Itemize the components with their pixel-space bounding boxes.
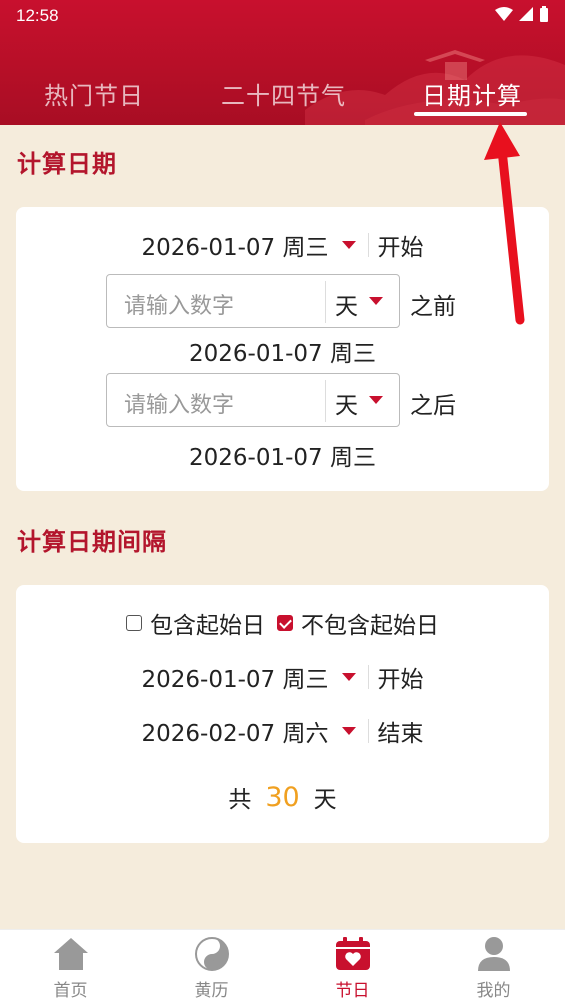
- dropdown-caret-icon[interactable]: [342, 673, 357, 681]
- interval-start-label: 开始: [377, 667, 424, 693]
- nav-item-festivals[interactable]: 节日: [282, 930, 423, 1004]
- divider: [325, 281, 326, 323]
- bottom-nav: 首页 黄历 节日 我的: [0, 929, 565, 1004]
- nav-label-profile: 我的: [476, 981, 511, 1001]
- status-bar: 12:58: [0, 0, 565, 32]
- divider: [368, 719, 370, 743]
- nav-label-home: 首页: [53, 981, 88, 1001]
- battery-icon: [540, 6, 548, 22]
- person-icon: [478, 937, 510, 971]
- after-unit-select[interactable]: 天: [335, 386, 358, 420]
- nav-item-home[interactable]: 首页: [0, 930, 141, 1004]
- total-prefix: 共: [228, 787, 252, 813]
- section-title-calc-date: 计算日期: [17, 150, 117, 178]
- tab-date-calc[interactable]: 日期计算: [422, 76, 522, 111]
- signal-icon: [519, 7, 533, 21]
- tab-hot-festivals[interactable]: 热门节日: [44, 76, 144, 111]
- after-days-field[interactable]: 请输入数字 天: [106, 373, 400, 427]
- total-days-row: 共 30 天: [16, 777, 549, 817]
- before-label: 之前: [410, 294, 456, 320]
- tab-solar-terms[interactable]: 二十四节气: [221, 76, 346, 111]
- after-label: 之后: [410, 393, 456, 419]
- nav-item-profile[interactable]: 我的: [423, 930, 564, 1004]
- nav-label-almanac: 黄历: [194, 981, 229, 1001]
- dropdown-caret-icon[interactable]: [342, 241, 357, 249]
- before-result-row: 2026-01-07 周三: [16, 335, 549, 367]
- before-days-field[interactable]: 请输入数字 天: [106, 274, 400, 328]
- before-result: 2026-01-07 周三: [189, 341, 376, 367]
- status-icons: [495, 6, 549, 22]
- exclude-start-label[interactable]: 不包含起始日: [301, 606, 439, 640]
- start-date-row: 2026-01-07 周三 开始: [16, 229, 549, 261]
- start-label: 开始: [377, 235, 424, 261]
- start-date-picker[interactable]: 2026-01-07 周三: [142, 228, 329, 262]
- dropdown-caret-icon[interactable]: [369, 396, 383, 404]
- nav-label-festivals: 节日: [335, 981, 370, 1001]
- include-start-checkbox[interactable]: [126, 615, 142, 631]
- yinyang-icon: [195, 937, 229, 971]
- total-days-value: 30: [265, 781, 300, 813]
- after-result: 2026-01-07 周三: [189, 445, 376, 471]
- divider: [368, 233, 370, 257]
- before-days-input[interactable]: 请输入数字: [124, 288, 234, 320]
- dropdown-caret-icon[interactable]: [342, 727, 357, 735]
- calc-date-card: 2026-01-07 周三 开始 请输入数字 天 之前 2026-01-07 周…: [16, 207, 549, 491]
- section-title-calc-interval: 计算日期间隔: [17, 528, 167, 556]
- calc-interval-card: 包含起始日 不包含起始日 2026-01-07 周三 开始 2026-02-07…: [16, 585, 549, 843]
- before-unit-select[interactable]: 天: [335, 287, 358, 321]
- interval-end-date-picker[interactable]: 2026-02-07 周六: [142, 714, 329, 748]
- divider: [368, 665, 370, 689]
- interval-end-label: 结束: [377, 721, 424, 747]
- status-time: 12:58: [16, 6, 59, 25]
- after-days-input[interactable]: 请输入数字: [124, 387, 234, 419]
- exclude-start-checkbox[interactable]: [277, 615, 293, 631]
- calendar-heart-icon: [336, 937, 370, 970]
- interval-start-date-picker[interactable]: 2026-01-07 周三: [142, 660, 329, 694]
- wifi-icon: [495, 7, 513, 21]
- header-banner: 12:58 热门节日 二十四节气 日期计算: [0, 0, 565, 125]
- dropdown-caret-icon[interactable]: [369, 297, 383, 305]
- include-options-row: 包含起始日 不包含起始日: [16, 607, 549, 639]
- after-result-row: 2026-01-07 周三: [16, 439, 549, 471]
- annotation-arrow: [484, 122, 525, 325]
- divider: [325, 380, 326, 422]
- active-tab-indicator: [414, 112, 527, 116]
- interval-end-row: 2026-02-07 周六 结束: [16, 715, 549, 747]
- nav-item-almanac[interactable]: 黄历: [141, 930, 282, 1004]
- include-start-label[interactable]: 包含起始日: [150, 606, 265, 640]
- interval-start-row: 2026-01-07 周三 开始: [16, 661, 549, 693]
- home-icon: [54, 938, 88, 970]
- total-suffix: 天: [313, 787, 337, 813]
